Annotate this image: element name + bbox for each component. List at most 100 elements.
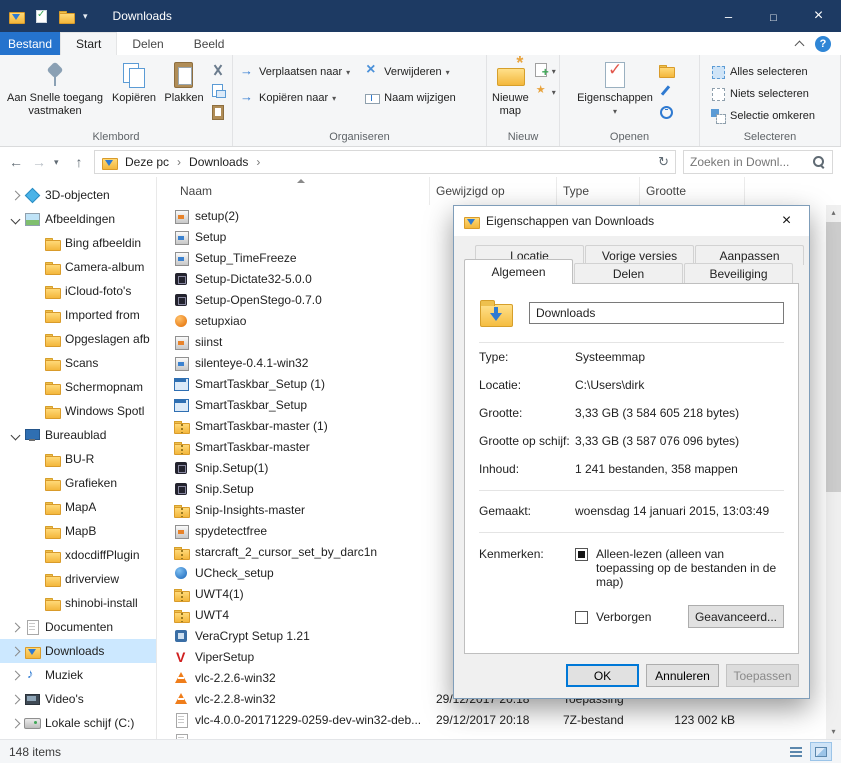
dialog-tab[interactable]: Beveiliging: [684, 263, 793, 283]
expand-chevron-icon[interactable]: [10, 646, 21, 656]
sidebar-item[interactable]: driverview: [0, 567, 156, 591]
column-header-naam[interactable]: Naam: [157, 177, 430, 205]
sidebar-item[interactable]: Afbeeldingen: [0, 207, 156, 231]
details-view-button[interactable]: [785, 742, 807, 761]
collapse-ribbon-icon[interactable]: [794, 40, 805, 50]
search-icon[interactable]: [813, 155, 826, 169]
paste-button[interactable]: Plakken: [160, 57, 208, 107]
open-icon[interactable]: [658, 62, 675, 78]
sidebar-item[interactable]: Bing afbeeldin: [0, 231, 156, 255]
select-none-button[interactable]: Niets selecteren: [710, 85, 809, 102]
sidebar-item[interactable]: Documenten: [0, 615, 156, 639]
cut-icon[interactable]: [210, 62, 226, 78]
breadcrumb-downloads[interactable]: Downloads: [185, 155, 252, 169]
copy-path-icon[interactable]: [210, 83, 226, 99]
sidebar-item[interactable]: iCloud-foto's: [0, 279, 156, 303]
search-box[interactable]: [683, 150, 833, 174]
scroll-down-icon[interactable]: [826, 724, 841, 739]
expand-chevron-icon[interactable]: [10, 430, 21, 440]
advanced-button[interactable]: Geavanceerd...: [688, 605, 784, 628]
easy-access-button[interactable]: [534, 83, 560, 99]
tab-bestand[interactable]: Bestand: [0, 32, 60, 55]
sidebar-item[interactable]: 3D-objecten: [0, 183, 156, 207]
hidden-checkbox[interactable]: [575, 610, 588, 624]
up-button[interactable]: [71, 154, 87, 170]
delete-button[interactable]: Verwijderen: [364, 61, 456, 80]
file-row[interactable]: vlc-4.0.0-20171229-0259-dev-win32-deb...…: [157, 709, 841, 730]
search-input[interactable]: [690, 155, 808, 169]
refresh-icon[interactable]: [658, 154, 669, 170]
file-list-scrollbar[interactable]: [826, 205, 841, 739]
column-header-grootte[interactable]: Grootte: [640, 177, 745, 205]
sidebar-item[interactable]: MapA: [0, 495, 156, 519]
scrollbar-thumb[interactable]: [826, 222, 841, 492]
move-to-button[interactable]: Verplaatsen naar: [239, 63, 354, 80]
copy-button[interactable]: Kopiëren: [108, 57, 160, 107]
paste-shortcut-icon[interactable]: [210, 104, 226, 120]
rename-button[interactable]: Naam wijzigen: [364, 89, 456, 106]
dialog-close-button[interactable]: [764, 206, 809, 236]
properties-button[interactable]: Eigenschappen: [574, 57, 656, 120]
help-icon[interactable]: [815, 35, 831, 52]
scroll-up-icon[interactable]: [826, 205, 841, 220]
new-folder-button[interactable]: Nieuwe map: [489, 57, 532, 120]
expand-chevron-icon[interactable]: [10, 190, 21, 200]
sidebar-item[interactable]: MapB: [0, 519, 156, 543]
sidebar-item[interactable]: Camera-album: [0, 255, 156, 279]
sidebar-item[interactable]: Scans: [0, 351, 156, 375]
select-all-button[interactable]: Alles selecteren: [710, 63, 808, 80]
breadcrumb-deze-pc[interactable]: Deze pc: [121, 155, 173, 169]
breadcrumb[interactable]: Deze pc Downloads: [94, 150, 676, 174]
expand-chevron-icon[interactable]: [10, 622, 21, 632]
sidebar-item[interactable]: shinobi-install: [0, 591, 156, 615]
dialog-tab[interactable]: Vorige versies: [585, 245, 694, 265]
history-icon[interactable]: [658, 104, 674, 120]
qat-properties-icon[interactable]: [33, 8, 49, 24]
sidebar-item[interactable]: BU-R: [0, 447, 156, 471]
maximize-button[interactable]: [751, 0, 796, 32]
copy-to-button[interactable]: Kopiëren naar: [239, 89, 354, 106]
breadcrumb-chevron-icon[interactable]: [177, 155, 181, 169]
ribbon-tab[interactable]: Delen: [117, 32, 178, 55]
column-header-type[interactable]: Type: [557, 177, 640, 205]
sidebar-item[interactable]: Imported from: [0, 303, 156, 327]
column-header-gewijzigd-op[interactable]: Gewijzigd op: [430, 177, 557, 205]
sidebar-item[interactable]: xdocdiffPlugin: [0, 543, 156, 567]
forward-button[interactable]: [31, 154, 47, 170]
sidebar-item[interactable]: Lokale schijf (C:): [0, 711, 156, 735]
expand-chevron-icon[interactable]: [10, 718, 21, 728]
dialog-tab[interactable]: Delen: [574, 263, 683, 283]
edit-icon[interactable]: [658, 83, 674, 99]
qat-new-folder-icon[interactable]: [58, 8, 75, 24]
readonly-checkbox[interactable]: [575, 548, 588, 561]
sidebar-item[interactable]: Video's: [0, 687, 156, 711]
sidebar-item[interactable]: Bureaublad: [0, 423, 156, 447]
sidebar-item[interactable]: Downloads: [0, 639, 156, 663]
sidebar-item[interactable]: Grafieken: [0, 471, 156, 495]
file-row[interactable]: [157, 730, 841, 739]
expand-chevron-icon[interactable]: [10, 670, 21, 680]
ribbon-tab[interactable]: Start: [60, 32, 118, 55]
dialog-tab[interactable]: Algemeen: [464, 259, 573, 284]
apply-button[interactable]: Toepassen: [726, 664, 799, 687]
breadcrumb-chevron-icon[interactable]: [256, 155, 260, 169]
minimize-button[interactable]: [706, 0, 751, 32]
ok-button[interactable]: OK: [566, 664, 639, 687]
ribbon-tab[interactable]: Beeld: [179, 32, 240, 55]
new-item-button[interactable]: [534, 62, 560, 79]
sidebar-item[interactable]: Windows Spotl: [0, 399, 156, 423]
recent-locations-icon[interactable]: [54, 157, 64, 168]
back-button[interactable]: [8, 154, 24, 170]
expand-chevron-icon[interactable]: [10, 694, 21, 704]
expand-chevron-icon[interactable]: [10, 214, 21, 224]
invert-selection-button[interactable]: Selectie omkeren: [710, 107, 815, 124]
qat-dropdown-icon[interactable]: [83, 11, 88, 22]
pin-to-quick-access-button[interactable]: Aan Snelle toegang vastmaken: [2, 57, 108, 120]
folder-name-input[interactable]: [529, 302, 784, 324]
cancel-button[interactable]: Annuleren: [646, 664, 719, 687]
close-button[interactable]: [796, 0, 841, 32]
sidebar-item[interactable]: Schermopnam: [0, 375, 156, 399]
dialog-tab[interactable]: Aanpassen: [695, 245, 804, 265]
sidebar-item[interactable]: Muziek: [0, 663, 156, 687]
thumbnails-view-button[interactable]: [810, 742, 832, 761]
